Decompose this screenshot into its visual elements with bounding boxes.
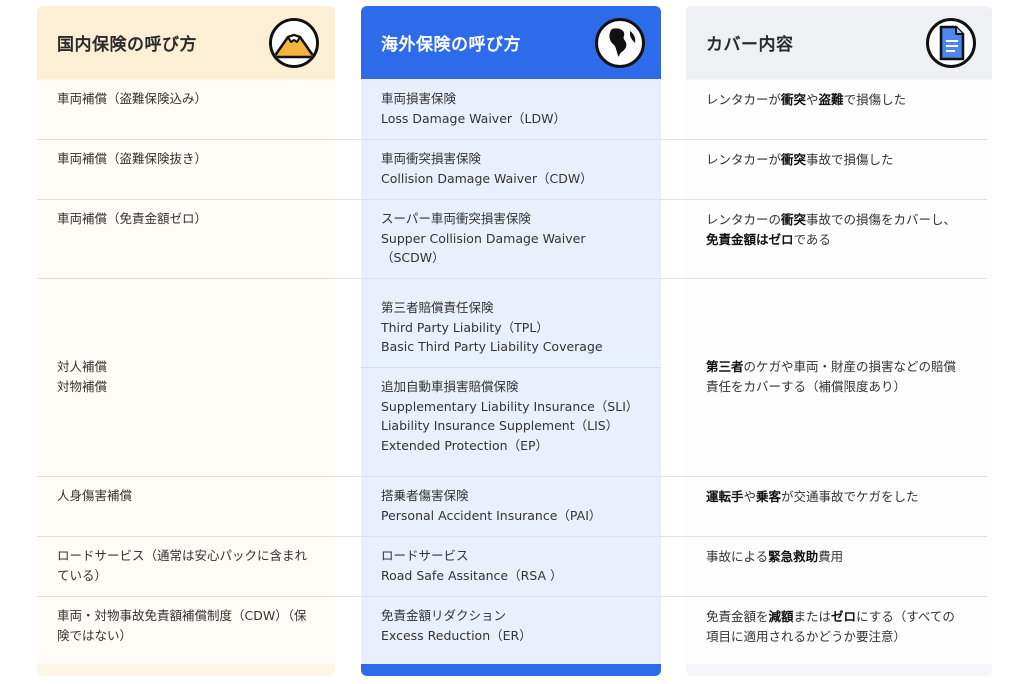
row-divider (37, 139, 987, 140)
cell-text-bold: 免責金額はゼロ (706, 231, 794, 247)
cell-text: ている） (57, 567, 108, 583)
overseas-header-title: 海外保険の呼び方 (381, 35, 521, 55)
cell-text: 車両損害保険 (381, 91, 457, 106)
document-icon (926, 17, 976, 68)
cell-text: や (806, 92, 819, 107)
row-divider (37, 476, 987, 477)
cell-text: Supper Collision Damage Waiver (381, 230, 586, 246)
cell-text: （SCDW） (381, 250, 445, 265)
cell-text: 対物補償 (57, 378, 108, 394)
domestic-header-title: 国内保険の呼び方 (57, 35, 197, 55)
overseas-header: 海外保険の呼び方 (361, 6, 661, 79)
table-cell-domestic: 人身傷害補償 (57, 486, 337, 506)
table-cell-coverage: 第三者のケガや車両・財産の損害などの賠償 責任をカバーする（補償限度あり） (706, 357, 991, 396)
cell-text: 車両補償（免責金額ゼロ） (57, 211, 208, 226)
cell-text: で損傷した (843, 92, 907, 107)
cell-text-bold: 盗難 (818, 92, 844, 107)
table-cell-overseas: 車両衝突損害保険 Collision Damage Waiver（CDW） (381, 149, 656, 188)
cell-text-bold: ゼロ (831, 609, 857, 624)
globe-icon (595, 17, 645, 68)
cell-text: 責任をカバーする（補償限度あり） (706, 378, 907, 394)
table-cell-coverage: 事故による緊急救助費用 (706, 547, 991, 567)
cell-text-bold: 乗客 (756, 489, 782, 504)
cell-text: Supplementary Liability Insurance（SLI） (381, 398, 639, 414)
table-cell-overseas: 第三者賠償責任保険 Third Party Liability（TPL） Bas… (381, 298, 656, 357)
cell-text: 免責金額を (706, 609, 769, 624)
cell-text-bold: 衝突 (781, 92, 807, 107)
table-cell-coverage: 運転手や乗客が交通事故でケガをした (706, 487, 991, 507)
coverage-header: カバー内容 (686, 6, 992, 79)
cell-text: のケガや車両・財産の損害などの賠償 (743, 359, 957, 374)
table-cell-coverage: レンタカーの衝突事故での損傷をカバーし、 免責金額はゼロである (706, 210, 991, 249)
table-cell-domestic: 対人補償 対物補償 (57, 357, 337, 396)
cell-text: が交通事故でケガをした (781, 489, 919, 504)
cell-text-bold: 衝突 (781, 152, 807, 167)
cell-text: Extended Protection（EP） (381, 437, 549, 453)
table-cell-domestic: 車両補償（免責金額ゼロ） (57, 209, 337, 229)
table-cell-overseas: 免責金額リダクション Excess Reduction（ER） (381, 606, 656, 645)
cell-text: 車両補償（盗難保険込み） (57, 91, 208, 106)
cell-text: 車両・対物事故免責額補償制度（CDW）（保 (57, 608, 307, 623)
coverage-header-title: カバー内容 (706, 35, 794, 55)
table-cell-domestic: 車両補償（盗難保険抜き） (57, 149, 337, 169)
cell-text: にする（すべての (856, 609, 955, 624)
cell-text: Loss Damage Waiver（LDW） (381, 110, 566, 126)
table-cell-coverage: レンタカーが衝突や盗難で損傷した (706, 90, 991, 110)
cell-text: Road Safe Assitance（RSA ） (381, 567, 563, 583)
cell-text: である (793, 231, 831, 247)
cell-text: 搭乗者傷害保険 (381, 488, 469, 503)
table-cell-domestic: 車両・対物事故免責額補償制度（CDW）（保 険ではない） (57, 606, 337, 645)
cell-text: レンタカーが (706, 92, 782, 107)
table-cell-overseas: 車両損害保険 Loss Damage Waiver（LDW） (381, 89, 656, 128)
cell-text: Basic Third Party Liability Coverage (381, 339, 603, 354)
cell-text: ロードサービス (381, 548, 469, 563)
cell-text: 険ではない） (57, 627, 133, 643)
cell-text: 追加自動車損害賠償保険 (381, 379, 519, 394)
cell-text: Collision Damage Waiver（CDW） (381, 170, 593, 186)
cell-text: 事故で損傷した (806, 152, 894, 167)
cell-text: 対人補償 (57, 359, 108, 374)
cell-text: や (743, 489, 757, 504)
cell-text-bold: 運転手 (706, 489, 744, 504)
cell-text: 免責金額リダクション (381, 608, 507, 623)
cell-text: Excess Reduction（ER） (381, 627, 532, 643)
table-cell-overseas: 搭乗者傷害保険 Personal Accident Insurance（PAI） (381, 486, 656, 525)
table-cell-overseas: 追加自動車損害賠償保険 Supplementary Liability Insu… (381, 377, 656, 455)
cell-text: スーパー車両衝突損害保険 (381, 211, 531, 226)
cell-text: レンタカーが (706, 152, 782, 167)
cell-text: 項目に適用されるかどうか要注意） (706, 628, 907, 644)
cell-text: 車両補償（盗難保険抜き） (57, 151, 208, 166)
cell-text: Liability Insurance Supplement（LIS） (381, 418, 619, 433)
table-cell-domestic: ロードサービス（通常は安心パックに含まれ ている） (57, 546, 337, 585)
cell-text: 事故での損傷をカバーし、 (806, 212, 957, 227)
cell-text: 人身傷害補償 (57, 488, 133, 503)
overseas-column-footer (361, 664, 661, 676)
row-divider (37, 278, 987, 279)
sub-row-divider (361, 367, 661, 368)
cell-text: または (793, 609, 832, 624)
cell-text: 第三者賠償責任保険 (381, 300, 494, 315)
row-divider (37, 596, 987, 597)
cell-text-bold: 第三者 (706, 359, 744, 374)
cell-text: 車両衝突損害保険 (381, 151, 482, 166)
table-cell-coverage: レンタカーが衝突事故で損傷した (706, 150, 991, 170)
cell-text-bold: 減額 (768, 609, 794, 624)
cell-text: Personal Accident Insurance（PAI） (381, 507, 602, 523)
mount-fuji-icon (269, 17, 319, 68)
cell-text-bold: 緊急救助 (768, 549, 819, 564)
cell-text: Third Party Liability（TPL） (381, 319, 549, 335)
table-cell-coverage: 免責金額を減額またはゼロにする（すべての 項目に適用されるかどうか要注意） (706, 607, 991, 646)
row-divider (37, 536, 987, 537)
table-cell-domestic: 車両補償（盗難保険込み） (57, 89, 337, 109)
cell-text: レンタカーの (706, 212, 782, 227)
cell-text-bold: 衝突 (781, 212, 807, 227)
row-divider (37, 199, 987, 200)
cell-text: 事故による (706, 549, 769, 564)
table-cell-overseas: スーパー車両衝突損害保険 Supper Collision Damage Wai… (381, 209, 656, 268)
domestic-header: 国内保険の呼び方 (37, 6, 335, 79)
cell-text: ロードサービス（通常は安心パックに含まれ (57, 548, 308, 563)
cell-text: 費用 (818, 549, 844, 564)
table-cell-overseas: ロードサービス Road Safe Assitance（RSA ） (381, 546, 656, 585)
